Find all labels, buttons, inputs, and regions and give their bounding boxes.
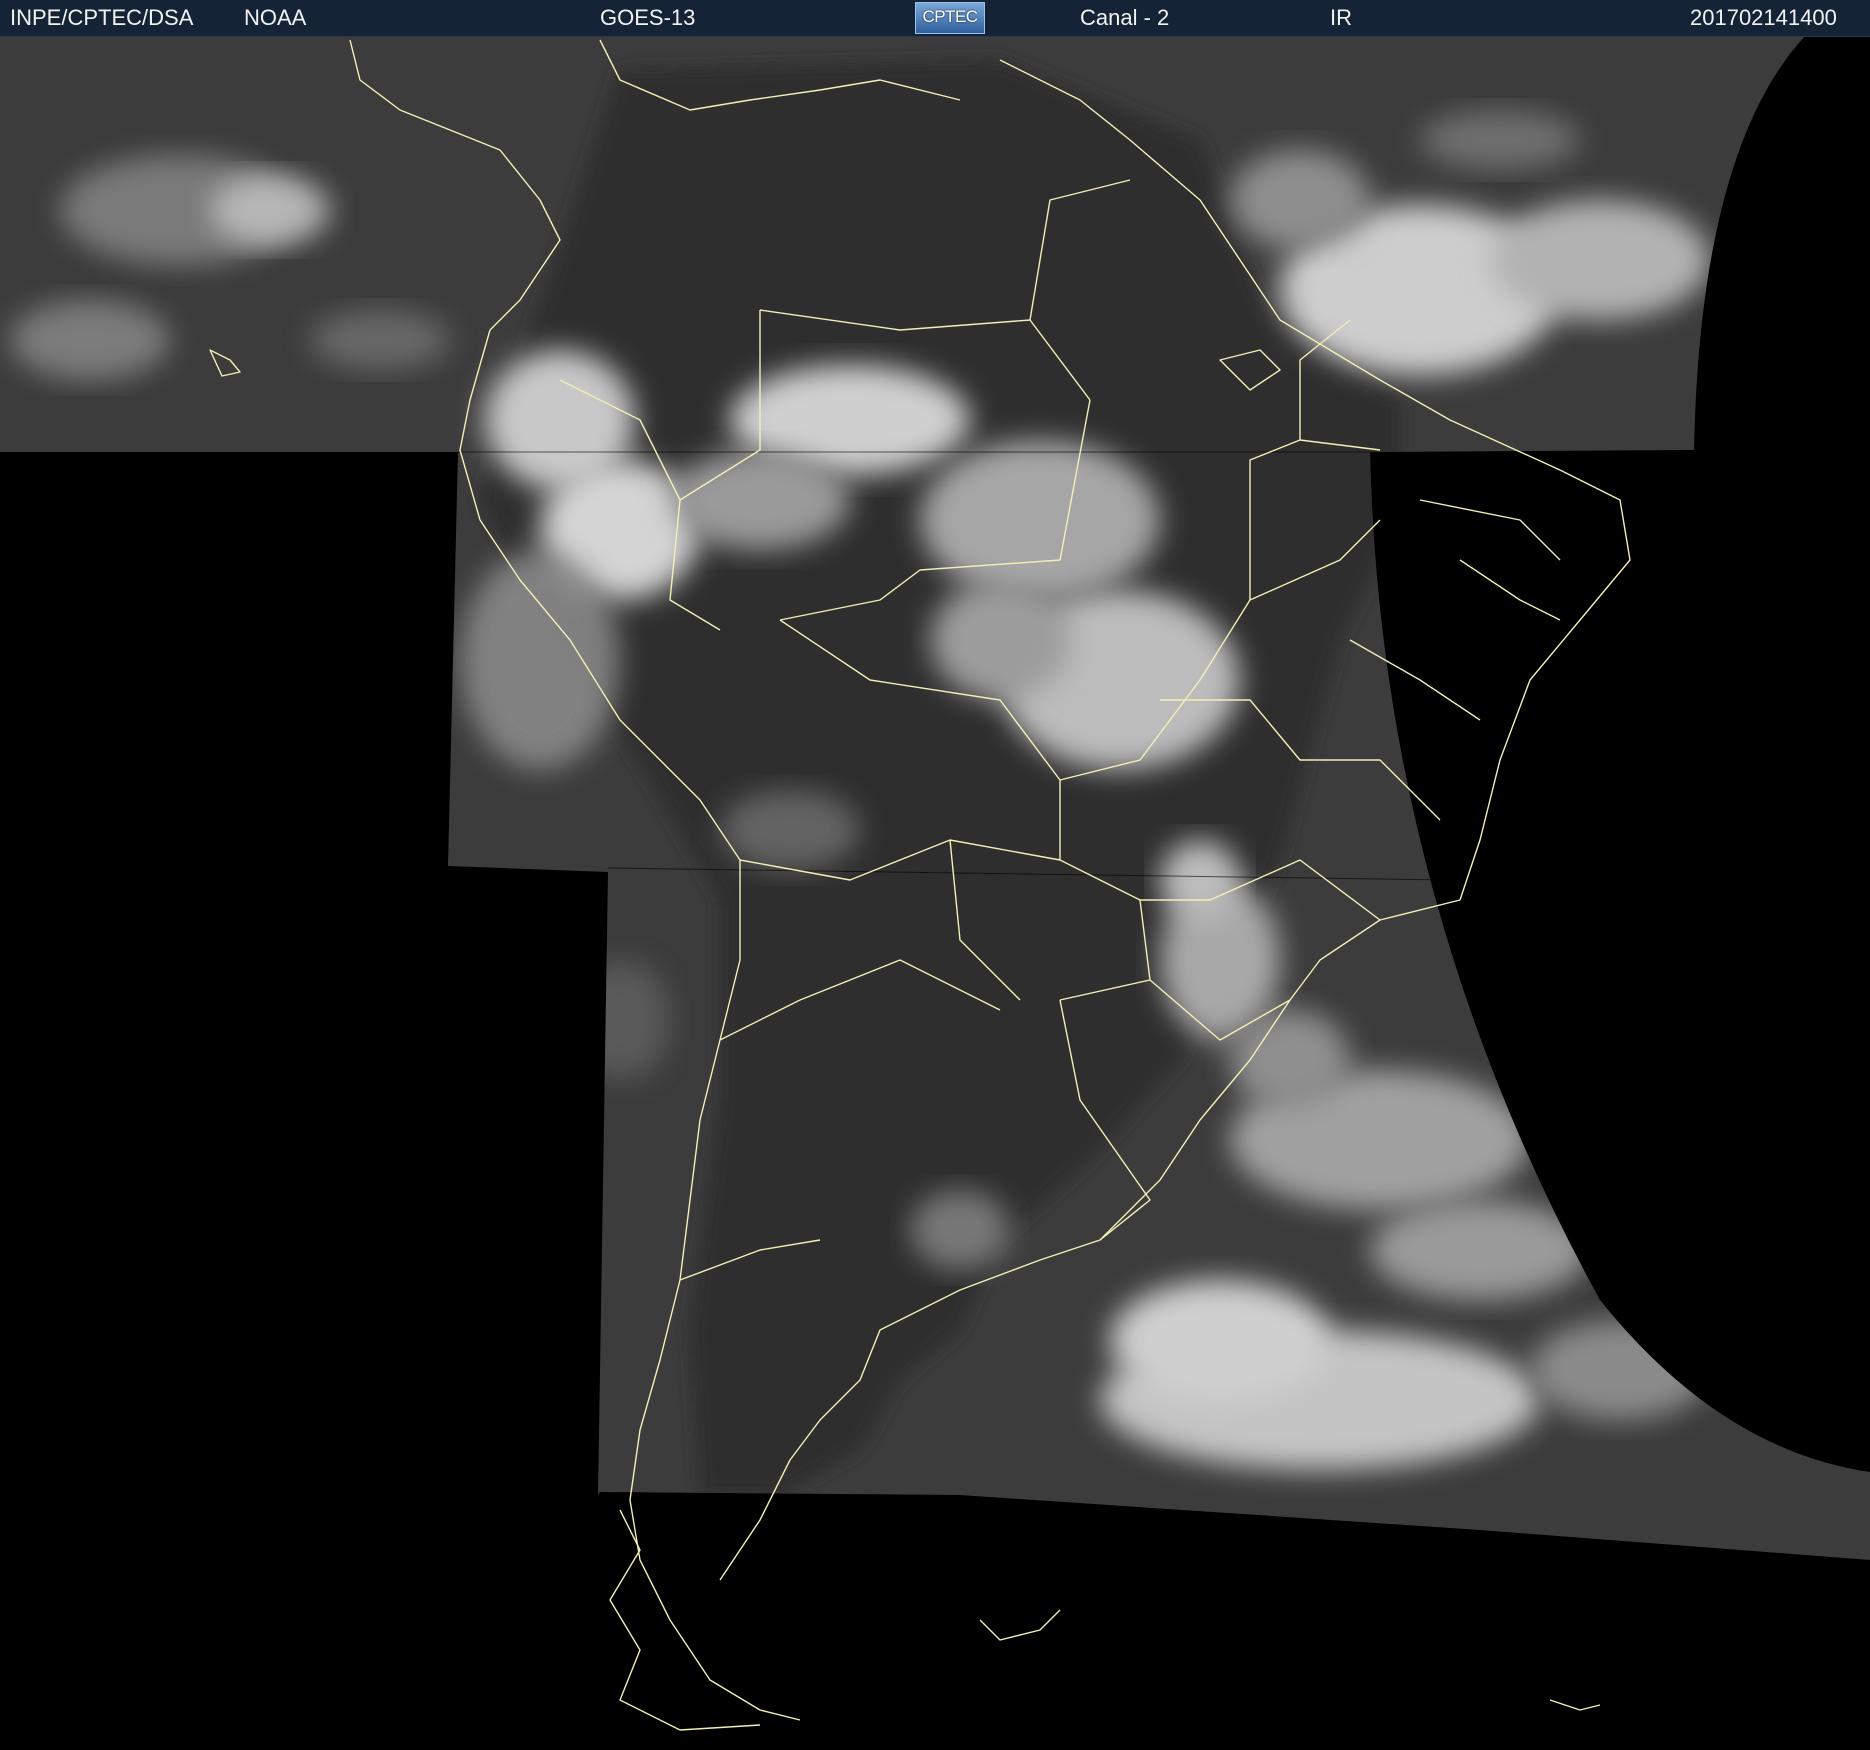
band-label: IR <box>1330 5 1352 30</box>
timestamp-label: 201702141400 <box>1690 5 1837 30</box>
image-header-bar: INPE/CPTEC/DSA NOAA GOES-13 CPTEC Canal … <box>0 0 1870 37</box>
satellite-image <box>0 37 1870 1750</box>
cptec-logo: CPTEC <box>915 2 985 34</box>
cptec-logo-text: CPTEC <box>922 7 978 26</box>
satellite-label: GOES-13 <box>600 5 696 30</box>
satellite-image-svg <box>0 37 1870 1750</box>
source-label: INPE/CPTEC/DSA <box>10 5 194 30</box>
agency-label: NOAA <box>244 5 307 30</box>
channel-label: Canal - 2 <box>1080 5 1170 30</box>
